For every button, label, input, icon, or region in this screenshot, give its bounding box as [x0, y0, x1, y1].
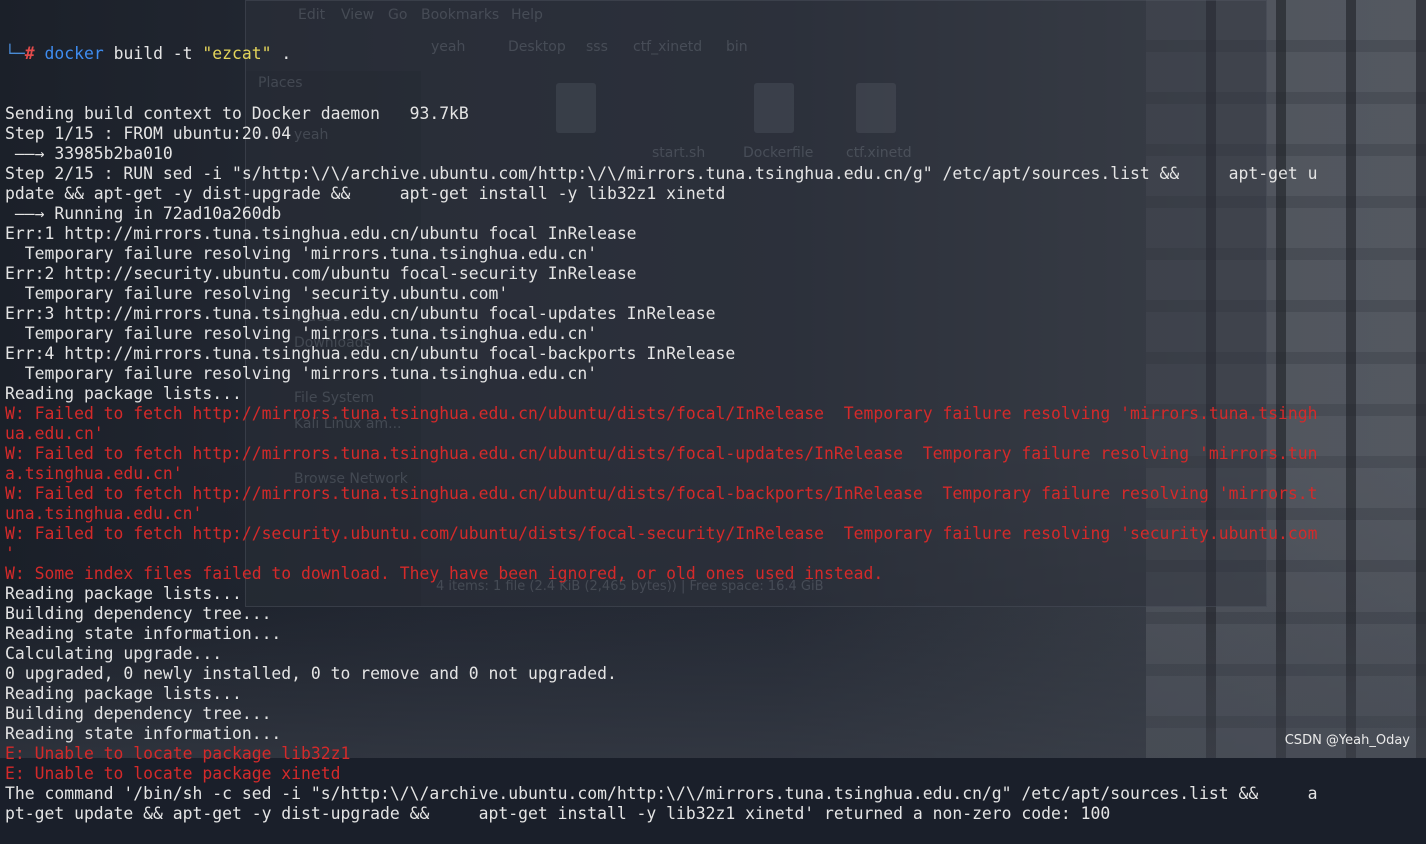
output-line: Err:2 http://security.ubuntu.com/ubuntu …	[5, 264, 637, 283]
output-line: ——→ Running in 72ad10a260db	[5, 204, 282, 223]
output-line: Step 2/15 : RUN sed -i "s/http:\/\/archi…	[5, 164, 1318, 183]
command-context: .	[281, 44, 292, 63]
command-tag: "ezcat"	[202, 44, 272, 63]
error-line: W: Failed to fetch http://mirrors.tuna.t…	[5, 444, 1318, 463]
output-line: ——→ 33985b2ba010	[5, 144, 173, 163]
terminal-output[interactable]: └─# docker build -t "ezcat" . Sending bu…	[5, 4, 1317, 844]
error-line: a.tsinghua.edu.cn'	[5, 464, 183, 483]
output-line: Err:4 http://mirrors.tuna.tsinghua.edu.c…	[5, 344, 736, 363]
error-line: W: Failed to fetch http://security.ubunt…	[5, 524, 1318, 543]
output-line: Calculating upgrade...	[5, 644, 223, 663]
error-line: W: Failed to fetch http://mirrors.tuna.t…	[5, 404, 1318, 423]
output-line: Step 1/15 : FROM ubuntu:20.04	[5, 124, 292, 143]
output-line: Reading package lists...	[5, 584, 242, 603]
output-line: Reading package lists...	[5, 384, 242, 403]
prompt-corner: └─	[5, 44, 25, 63]
output-line: Temporary failure resolving 'mirrors.tun…	[5, 324, 598, 343]
error-line: W: Some index files failed to download. …	[5, 564, 884, 583]
output-line: Err:1 http://mirrors.tuna.tsinghua.edu.c…	[5, 224, 637, 243]
output-line: Temporary failure resolving 'mirrors.tun…	[5, 244, 598, 263]
error-line: E: Unable to locate package lib32z1	[5, 744, 351, 763]
prompt-line: └─# docker build -t "ezcat" .	[5, 44, 1317, 64]
output-line: Reading package lists...	[5, 684, 242, 703]
output-line: Building dependency tree...	[5, 704, 272, 723]
error-line: '	[5, 544, 15, 563]
terminal-lines: Sending build context to Docker daemon 9…	[5, 104, 1317, 824]
output-line: Reading state information...	[5, 624, 282, 643]
command-name: docker	[44, 44, 104, 63]
output-line: Reading state information...	[5, 724, 282, 743]
prompt-hash: #	[24, 44, 35, 63]
output-line: Temporary failure resolving 'mirrors.tun…	[5, 364, 598, 383]
command-args: build -t	[113, 44, 193, 63]
output-line: Err:3 http://mirrors.tuna.tsinghua.edu.c…	[5, 304, 716, 323]
error-line: W: Failed to fetch http://mirrors.tuna.t…	[5, 484, 1318, 503]
output-line: pt-get update && apt-get -y dist-upgrade…	[5, 804, 1111, 823]
error-line: E: Unable to locate package xinetd	[5, 764, 341, 783]
output-line: Building dependency tree...	[5, 604, 272, 623]
error-line: una.tsinghua.edu.cn'	[5, 504, 203, 523]
error-line: ua.edu.cn'	[5, 424, 104, 443]
output-line: pdate && apt-get -y dist-upgrade && apt-…	[5, 184, 726, 203]
watermark: CSDN @Yeah_Oday	[1284, 733, 1410, 748]
output-line: Sending build context to Docker daemon 9…	[5, 104, 469, 123]
output-line: 0 upgraded, 0 newly installed, 0 to remo…	[5, 664, 617, 683]
output-line: Temporary failure resolving 'security.ub…	[5, 284, 509, 303]
output-line: The command '/bin/sh -c sed -i "s/http:\…	[5, 784, 1318, 803]
